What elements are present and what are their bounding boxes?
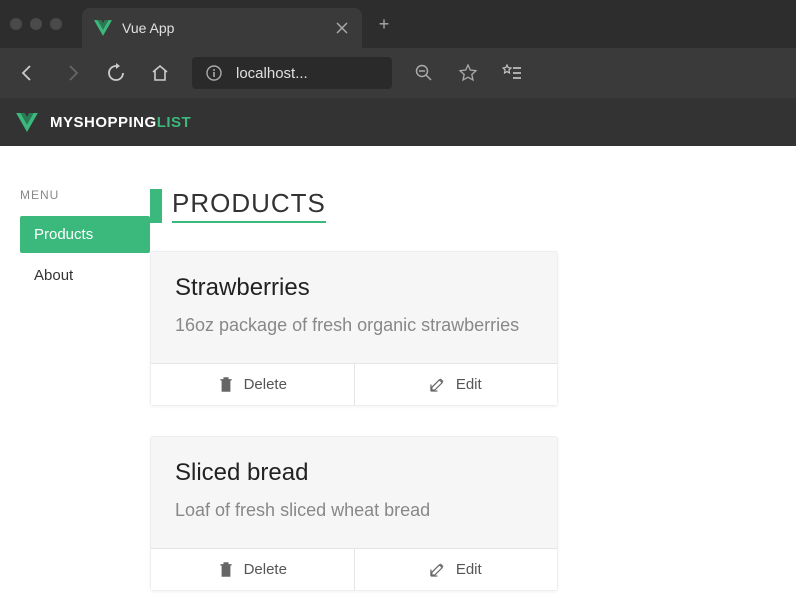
window-maximize-button[interactable] [50,18,62,30]
sidebar-item-about[interactable]: About [20,257,150,294]
edit-button[interactable]: Edit [355,549,558,590]
page-body: MENU Products About PRODUCTS Strawberrie… [0,146,796,594]
edit-icon [430,562,446,578]
page-title-wrap: PRODUCTS [150,188,756,223]
tab-close-button[interactable] [334,20,350,36]
delete-label: Delete [244,561,287,578]
home-button[interactable] [148,61,172,85]
trash-icon [218,562,234,578]
forward-button[interactable] [60,61,84,85]
favorite-button[interactable] [456,61,480,85]
delete-button[interactable]: Delete [151,364,355,405]
card-body: Strawberries 16oz package of fresh organ… [151,252,557,363]
sidebar: MENU Products About [0,188,150,594]
brand-shopping: SHOPPING [74,114,157,131]
card-actions: Delete Edit [151,363,557,405]
browser-toolbar: localhost... [0,48,796,98]
back-button[interactable] [16,61,40,85]
delete-button[interactable]: Delete [151,549,355,590]
sidebar-item-products[interactable]: Products [20,216,150,253]
window-controls [10,18,62,30]
brand: MYSHOPPINGLIST [50,114,191,131]
trash-icon [218,377,234,393]
edit-label: Edit [456,376,482,393]
sidebar-item-label: Products [34,226,93,243]
zoom-out-button[interactable] [412,61,436,85]
product-name: Sliced bread [175,459,533,487]
brand-my: MY [50,114,74,131]
app-header: MYSHOPPINGLIST [0,98,796,146]
vue-logo-icon [16,111,38,133]
window-close-button[interactable] [10,18,22,30]
tab-title: Vue App [122,20,324,36]
new-tab-button[interactable]: + [374,14,394,34]
address-bar[interactable]: localhost... [192,57,392,89]
product-name: Strawberries [175,274,533,302]
menu-title: MENU [20,188,150,202]
product-card: Sliced bread Loaf of fresh sliced wheat … [150,436,558,591]
favorites-list-button[interactable] [500,61,524,85]
product-description: 16oz package of fresh organic strawberri… [175,312,533,339]
sidebar-item-label: About [34,267,73,284]
product-description: Loaf of fresh sliced wheat bread [175,497,533,524]
page-title: PRODUCTS [172,188,326,223]
card-body: Sliced bread Loaf of fresh sliced wheat … [151,437,557,548]
info-icon [204,63,224,83]
product-card: Strawberries 16oz package of fresh organ… [150,251,558,406]
browser-tab[interactable]: Vue App [82,8,362,48]
title-accent [150,189,162,223]
browser-chrome: Vue App + localhost... [0,0,796,98]
edit-icon [430,377,446,393]
address-url: localhost... [236,65,308,82]
vue-favicon-icon [94,19,112,37]
edit-button[interactable]: Edit [355,364,558,405]
reload-button[interactable] [104,61,128,85]
card-actions: Delete Edit [151,548,557,590]
brand-list: LIST [157,114,192,131]
window-minimize-button[interactable] [30,18,42,30]
tab-bar: Vue App + [0,0,796,48]
main-content: PRODUCTS Strawberries 16oz package of fr… [150,188,796,594]
edit-label: Edit [456,561,482,578]
delete-label: Delete [244,376,287,393]
